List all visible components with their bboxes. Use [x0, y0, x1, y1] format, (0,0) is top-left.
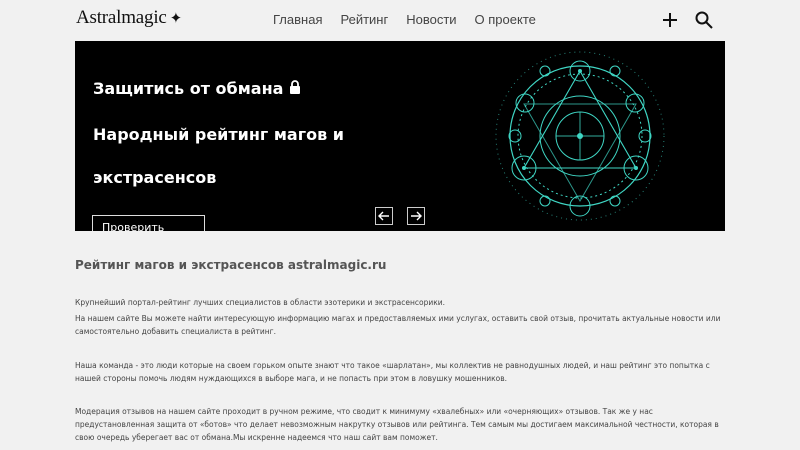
logo-text: Astralmagic [76, 7, 167, 28]
section-title: Рейтинг магов и экстрасенсов astralmagic… [75, 258, 387, 272]
magic-circle-icon [495, 51, 665, 221]
lock-icon [289, 79, 301, 98]
main-nav: Главная Рейтинг Новости О проекте [273, 12, 536, 27]
nav-item-about[interactable]: О проекте [475, 12, 536, 27]
site-logo[interactable]: Astralmagic ✦ [76, 7, 182, 29]
search-icon[interactable] [694, 10, 714, 30]
arrow-right-icon[interactable] [407, 207, 425, 225]
team-paragraph: Наша команда - это люди которые на своем… [75, 361, 710, 383]
hero-heading-1-text: Защитись от обмана [93, 79, 284, 98]
hero-banner: Защитись от обмана Народный рейтинг маго… [75, 41, 725, 231]
nav-item-rating[interactable]: Рейтинг [340, 12, 388, 27]
hero-heading-3: экстрасенсов [93, 168, 217, 187]
moderation-paragraph: Модерация отзывов на нашем сайте проходи… [75, 407, 719, 442]
nav-item-news[interactable]: Новости [406, 12, 456, 27]
features-paragraph: На нашем сайте Вы можете найти интересую… [75, 314, 721, 336]
hero-heading-1: Защитись от обмана [93, 79, 301, 98]
plus-icon[interactable] [660, 10, 680, 30]
carousel-controls [375, 207, 425, 225]
hero-heading-2: Народный рейтинг магов и [93, 125, 344, 144]
sparkle-icon: ✦ [169, 10, 183, 27]
nav-item-home[interactable]: Главная [273, 12, 322, 27]
header-actions [660, 10, 714, 30]
check-mage-button[interactable]: Проверить мага [92, 215, 205, 231]
arrow-left-icon[interactable] [375, 207, 393, 225]
about-section: Рейтинг магов и экстрасенсов astralmagic… [75, 258, 725, 442]
intro-paragraph: Крупнейший портал-рейтинг лучших специал… [75, 298, 446, 307]
site-header: Astralmagic ✦ Главная Рейтинг Новости О … [0, 0, 800, 40]
